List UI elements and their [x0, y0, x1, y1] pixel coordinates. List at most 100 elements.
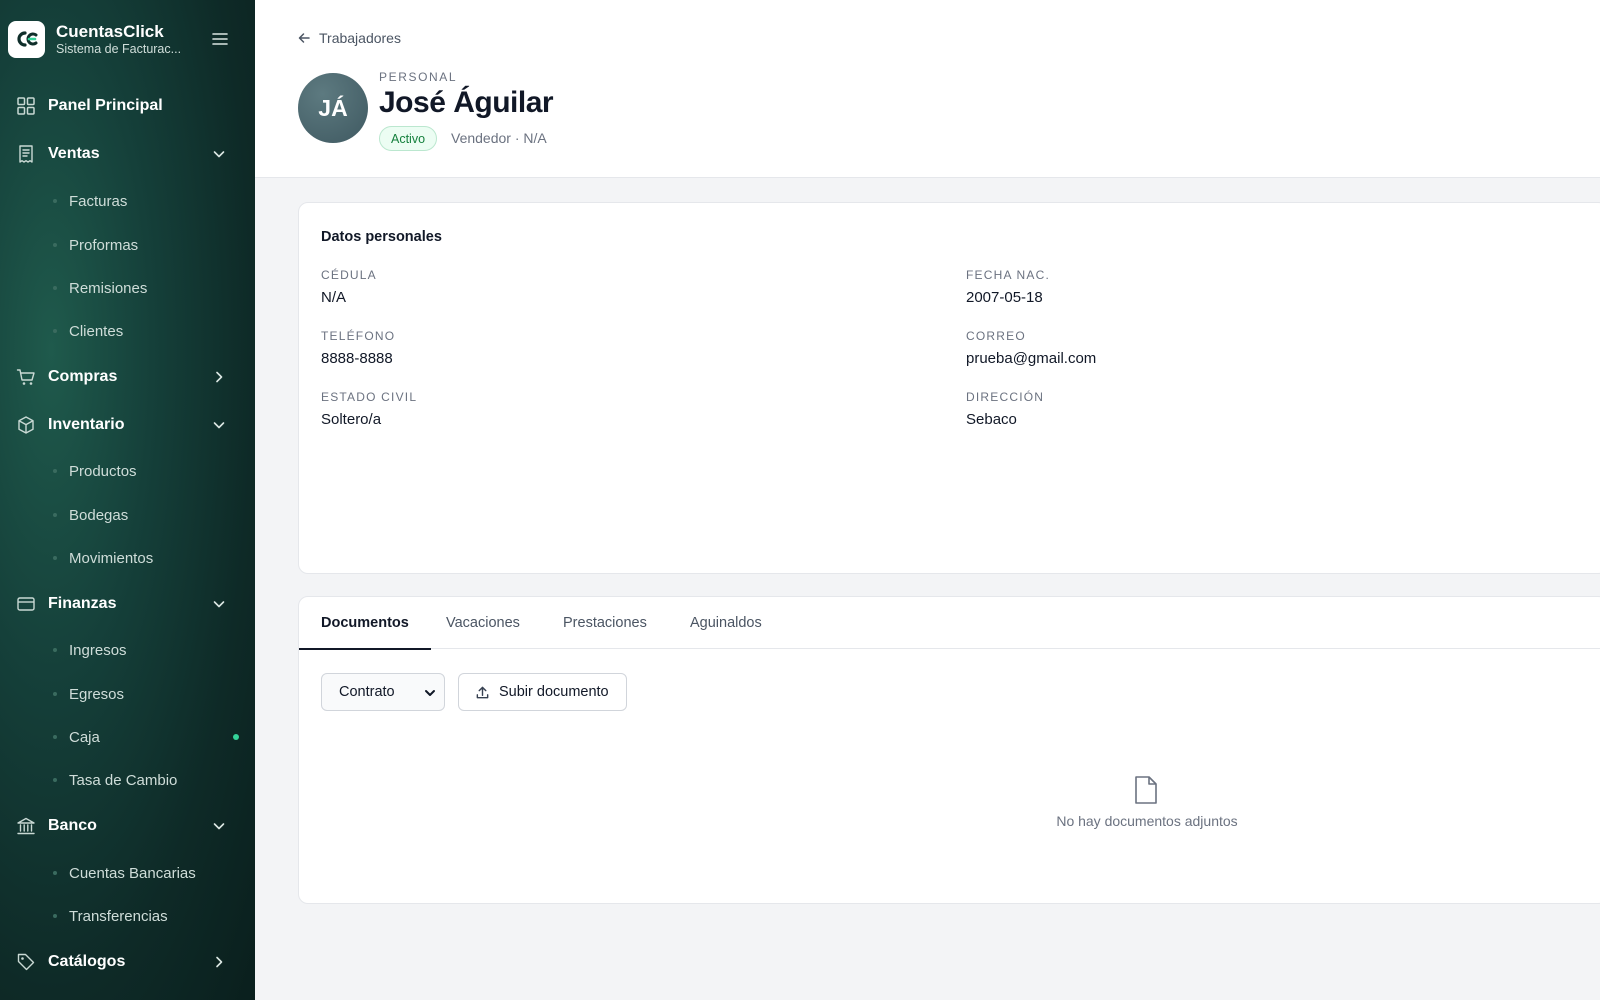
bullet-dot	[53, 778, 57, 782]
section-kicker: PERSONAL	[379, 70, 458, 84]
field-value: 8888-8888	[321, 350, 393, 367]
page-title: José Águilar	[379, 86, 554, 119]
field-value: Sebaco	[966, 411, 1017, 428]
sidebar-item-label: Catálogos	[48, 953, 126, 970]
back-link[interactable]: Trabajadores	[297, 30, 401, 46]
hamburger-menu-icon[interactable]	[210, 29, 230, 49]
receipt-icon	[19, 145, 33, 163]
bullet-dot	[53, 513, 57, 517]
chevron-down-icon	[213, 422, 225, 429]
field-label: TELÉFONO	[321, 329, 396, 343]
chevron-right-icon	[216, 371, 223, 383]
employee-header: Trabajadores JÁ PERSONAL José Águilar Ac…	[255, 0, 1600, 178]
sidebar-subitem-label: Egresos	[69, 685, 125, 703]
chevron-right-icon	[216, 956, 223, 968]
sidebar-item-label: Panel Principal	[48, 97, 163, 114]
sidebar-subitem-label: Proformas	[69, 236, 139, 254]
field-label: CÉDULA	[321, 268, 377, 282]
field-direccion: DIRECCIÓN Sebaco	[966, 389, 1366, 429]
avatar: JÁ	[298, 73, 368, 143]
sidebar-subitem-label: Facturas	[69, 192, 128, 210]
sidebar-subitem-label: Transferencias	[69, 907, 168, 925]
sidebar-item-label: Finanzas	[48, 595, 117, 612]
grid-icon	[17, 97, 35, 115]
sidebar-item-panel-principal[interactable]: Panel Principal	[0, 88, 255, 124]
sidebar-item-finanzas[interactable]: Finanzas	[0, 586, 255, 622]
back-link-label: Trabajadores	[319, 30, 401, 46]
bullet-dot	[53, 329, 57, 333]
bullet-dot	[53, 199, 57, 203]
document-type-select[interactable]: Contrato	[321, 673, 445, 711]
sidebar-subitem-productos[interactable]: Productos	[0, 455, 255, 487]
personal-data-card: Datos personales CÉDULA N/A FECHA NAC. 2…	[298, 202, 1600, 574]
document-type-value: Contrato	[339, 684, 395, 700]
empty-state-text: No hay documentos adjuntos	[1056, 813, 1238, 829]
tab-documentos[interactable]: Documentos	[299, 597, 431, 650]
bullet-dot	[53, 286, 57, 290]
box-icon	[18, 416, 34, 434]
file-icon	[1135, 776, 1157, 804]
sidebar-item-compras[interactable]: Compras	[0, 359, 255, 395]
sidebar-subitem-label: Movimientos	[69, 549, 154, 567]
sidebar-subitem-label: Productos	[69, 462, 137, 480]
chevron-down-icon	[425, 690, 435, 696]
active-indicator-dot	[233, 734, 239, 740]
field-label: ESTADO CIVIL	[321, 390, 418, 404]
app-logo	[8, 20, 45, 58]
bullet-dot	[53, 469, 57, 473]
field-cedula: CÉDULA N/A	[321, 267, 721, 307]
bullet-dot	[53, 692, 57, 696]
sidebar-subitem-bodegas[interactable]: Bodegas	[0, 499, 255, 531]
sidebar-subitem-movimientos[interactable]: Movimientos	[0, 542, 255, 574]
tab-prestaciones[interactable]: Prestaciones	[541, 597, 669, 649]
field-value: prueba@gmail.com	[966, 350, 1097, 367]
tab-bar: Documentos Vacaciones Prestaciones Aguin…	[299, 597, 1600, 650]
tab-vacaciones[interactable]: Vacaciones	[424, 597, 542, 649]
sidebar-subitem-cuentas-bancarias[interactable]: Cuentas Bancarias	[0, 857, 255, 889]
sidebar-subitem-egresos[interactable]: Egresos	[0, 678, 255, 710]
sidebar-subitem-ingresos[interactable]: Ingresos	[0, 634, 255, 666]
sidebar-item-label: Ventas	[48, 145, 100, 162]
field-value: N/A	[321, 289, 347, 306]
sidebar-subitem-label: Cuentas Bancarias	[69, 864, 196, 882]
documents-card: Documentos Vacaciones Prestaciones Aguin…	[298, 596, 1600, 904]
upload-document-button[interactable]: Subir documento	[458, 673, 627, 711]
bank-icon	[17, 817, 35, 835]
sidebar-item-inventario[interactable]: Inventario	[0, 407, 255, 443]
sidebar-subitem-transferencias[interactable]: Transferencias	[0, 900, 255, 932]
arrow-left-icon	[298, 33, 310, 43]
sidebar-item-banco[interactable]: Banco	[0, 808, 255, 844]
field-value: 2007-05-18	[966, 289, 1043, 306]
sidebar-item-label: Banco	[48, 817, 97, 834]
sidebar-item-label: Compras	[48, 368, 118, 385]
sidebar-subitem-caja[interactable]: Caja	[0, 721, 255, 753]
app-name: CuentasClick	[56, 21, 164, 41]
bullet-dot	[53, 648, 57, 652]
tab-aguinaldos[interactable]: Aguinaldos	[668, 597, 784, 649]
sidebar-subitem-label: Clientes	[69, 322, 124, 340]
sidebar-subitem-facturas[interactable]: Facturas	[0, 185, 255, 217]
sidebar-subitem-label: Caja	[69, 728, 100, 746]
bullet-dot	[53, 243, 57, 247]
sidebar-subitem-label: Bodegas	[69, 506, 129, 524]
field-correo: CORREO prueba@gmail.com	[966, 328, 1366, 368]
sidebar-subitem-proformas[interactable]: Proformas	[0, 229, 255, 261]
chevron-down-icon	[213, 151, 225, 158]
sidebar-item-catalogos[interactable]: Catálogos	[0, 944, 255, 980]
status-badge: Activo	[379, 126, 438, 151]
sidebar-subitem-tasa-de-cambio[interactable]: Tasa de Cambio	[0, 764, 255, 796]
wallet-icon	[17, 597, 35, 611]
bullet-dot	[53, 735, 57, 739]
role-text: Vendedor · N/A	[451, 130, 547, 146]
sidebar-item-ventas[interactable]: Ventas	[0, 136, 255, 172]
upload-icon	[476, 686, 489, 698]
chevron-down-icon	[213, 601, 225, 608]
sidebar-subitem-remisiones[interactable]: Remisiones	[0, 272, 255, 304]
chevron-down-icon	[213, 823, 225, 830]
sidebar-item-label: Inventario	[48, 416, 125, 433]
bullet-dot	[53, 914, 57, 918]
sidebar-subitem-clientes[interactable]: Clientes	[0, 315, 255, 347]
card-title: Datos personales	[321, 229, 442, 245]
field-label: CORREO	[966, 329, 1026, 343]
field-label: DIRECCIÓN	[966, 390, 1045, 404]
